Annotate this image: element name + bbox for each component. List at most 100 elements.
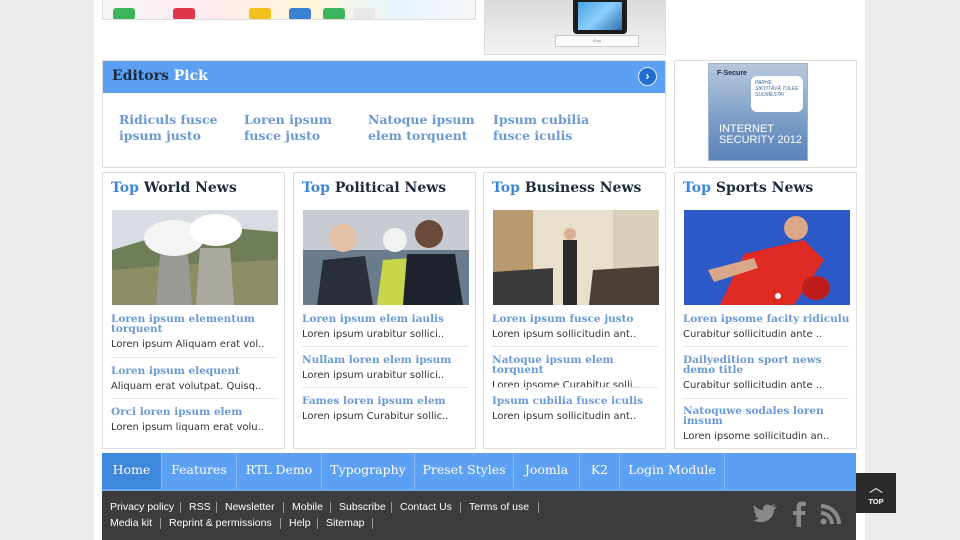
ipad-dock-label: iPad [592,38,601,43]
news-title-text: Sports News [715,180,814,196]
back-to-top-button[interactable]: ︿ TOP [856,473,896,513]
editors-pick-link[interactable]: Natoque ipsum elem torquent [368,112,480,144]
next-arrow-icon[interactable]: › [638,67,657,86]
news-item-link[interactable]: Nullam loren elem ipsum [302,355,470,366]
news-item-link[interactable]: Natoquwe sodales loren imsum [683,406,851,427]
ipad-dock: iPad [555,35,639,47]
footer-link-privacy[interactable]: Privacy policy [110,501,174,513]
footer-link-subscribe[interactable]: Subscribe [339,501,386,513]
news-item: Loren ipsum elequent Aliquam erat volutp… [111,366,279,392]
news-item-link[interactable]: Ipsum cubilia fusce iculis [492,396,660,407]
news-item-link[interactable]: Fames loren ipsum elem [302,396,470,407]
footer-separator [391,502,392,513]
news-image-table-tennis[interactable] [684,210,850,305]
news-module-world: Top World News Loren ipsum elementum tor… [102,172,285,449]
editors-pick-link[interactable]: Ridiculs fusce ipsum justo [119,112,231,144]
internet-security-product-image: F-Secure PARHE SIKYITÄVÄ TULEE SUOMESTA!… [708,63,808,161]
ipad-device [573,0,627,34]
footer-link-rss[interactable]: RSS [189,501,211,513]
news-image-business-event[interactable] [493,210,659,305]
news-item-desc: Loren ipsum urabitur sollici.. [302,370,445,381]
news-title-accent: Top [302,180,330,196]
news-module-sports: Top Sports News Loren ipsome facity ridi… [674,172,857,449]
facebook-icon[interactable] [792,501,806,533]
news-module-title: Top Political News [302,180,446,196]
news-item: Loren ipsum elementum torquent Loren ips… [111,314,279,350]
news-item: Fames loren ipsum elem Loren ipsum Curab… [302,396,470,422]
footer-link-terms[interactable]: Terms of use [469,501,529,513]
divider [302,387,468,388]
top-ipad-image[interactable]: iPad [484,0,666,55]
news-item: Nullam loren elem ipsum Loren ipsum urab… [302,355,470,381]
app-tile-icon [249,8,271,19]
news-title-text: World News [143,180,237,196]
footer-separator [372,518,373,529]
editors-pick-link[interactable]: Loren ipsum fusce justo [244,112,356,144]
news-module-title: Top World News [111,180,237,196]
news-item-link[interactable]: Loren ipsum fusce justo [492,314,660,325]
main-nav: Home Features RTL Demo Typography Preset… [102,453,856,489]
footer-link-mobile[interactable]: Mobile [292,501,323,513]
news-image-politicians[interactable] [303,210,469,305]
news-item-desc: Loren ipsome Curabitur solli.. [492,380,639,391]
news-item-link[interactable]: Loren ipsum elementum torquent [111,314,279,335]
footer-separator [160,518,161,529]
footer-separator [280,518,281,529]
footer-link-newsletter[interactable]: Newsletter [225,501,275,513]
editors-pick-title-main: Editors [112,68,169,84]
footer-link-help[interactable]: Help [289,517,311,529]
footer-separator [216,502,217,513]
nav-k2[interactable]: K2 [580,453,620,489]
news-module-political: Top Political News Loren ipsum elem iaul… [293,172,476,449]
footer-separator [460,502,461,513]
footer-link-media-kit[interactable]: Media kit [110,517,152,529]
footer-separator [330,502,331,513]
app-tile-icon [113,8,135,19]
nav-preset-styles[interactable]: Preset Styles [415,453,514,489]
divider [111,398,277,399]
news-item-desc: Loren ipsum Curabitur sollic.. [302,411,449,422]
news-item-link[interactable]: Orci loren ipsum elem [111,407,279,418]
divider [492,346,658,347]
news-title-accent: Top [111,180,139,196]
news-item-desc: Curabitur sollicitudin ante .. [683,380,823,391]
nav-login-module[interactable]: Login Module [620,453,725,489]
news-item-desc: Loren ipsum liquam erat volu.. [111,422,264,433]
news-item-link[interactable]: Loren ipsum elem iaulis [302,314,470,325]
top-banner-image[interactable] [102,0,476,20]
news-title-accent: Top [683,180,711,196]
editors-pick-link[interactable]: Ipsum cubilia fusce iculis [493,112,605,144]
news-item-desc: Curabitur sollicitudin ante .. [683,329,823,340]
footer-link-contact[interactable]: Contact Us [400,501,452,513]
news-item: Orci loren ipsum elem Loren ipsum liquam… [111,407,279,433]
news-item-desc: Aliquam erat volutpat. Quisq.. [111,381,262,392]
app-tile-icon [323,8,345,19]
app-tile-icon [353,8,375,19]
news-item-link[interactable]: Loren ipsum elequent [111,366,279,377]
news-item-link[interactable]: Loren ipsome facity ridiculu [683,314,851,325]
footer-link-reprint[interactable]: Reprint & permissions [169,517,272,529]
nav-rtl-demo[interactable]: RTL Demo [237,453,322,489]
advert-box[interactable]: F-Secure PARHE SIKYITÄVÄ TULEE SUOMESTA!… [674,60,857,168]
footer-separator [180,502,181,513]
nav-home[interactable]: Home [102,453,162,489]
rss-icon[interactable] [820,503,842,531]
news-item-link[interactable]: Dailyedition sport news demo title [683,355,851,376]
twitter-icon[interactable] [752,503,778,531]
advert-bubble-text: PARHE SIKYITÄVÄ TULEE SUOMESTA! [751,76,803,112]
nav-typography[interactable]: Typography [322,453,415,489]
editors-pick-header: Editors Pick › [103,61,665,93]
nav-features[interactable]: Features [162,453,237,489]
nav-joomla[interactable]: Joomla [514,453,580,489]
divider [302,346,468,347]
footer-link-sitemap[interactable]: Sitemap [326,517,365,529]
news-module-title: Top Business News [492,180,641,196]
news-item-link[interactable]: Natoque ipsum elem torquent [492,355,660,376]
news-item: Natoque ipsum elem torquent Loren ipsome… [492,355,660,391]
app-tile-icon [289,8,311,19]
divider [111,357,277,358]
divider [683,398,849,399]
news-image-cooling-towers[interactable] [112,210,278,305]
news-title-accent: Top [492,180,520,196]
chevron-up-icon: ︿ [869,479,883,495]
